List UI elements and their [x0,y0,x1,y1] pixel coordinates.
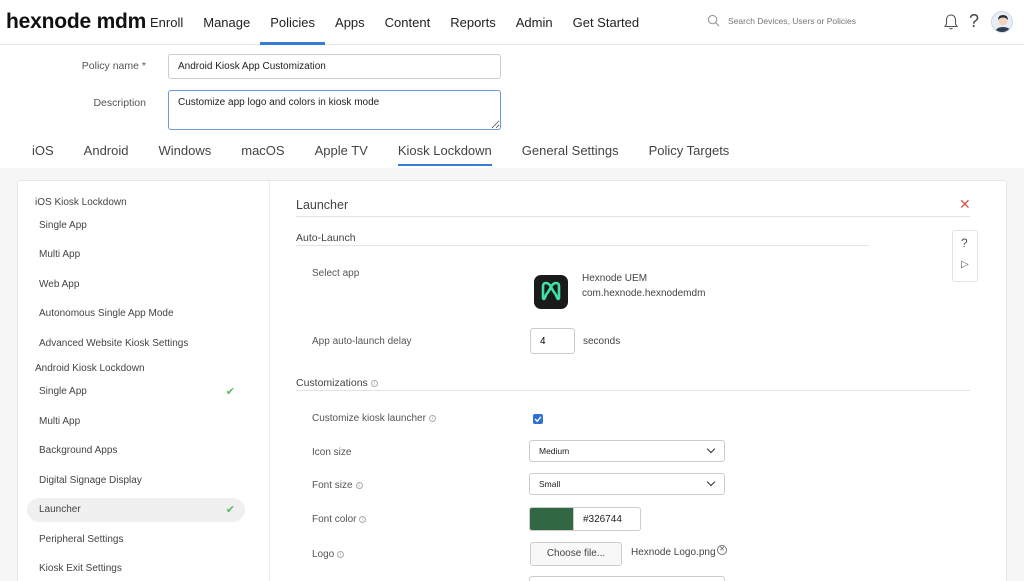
tab-windows[interactable]: Windows [143,140,226,166]
logo-text: Logo [312,549,335,560]
icon-size-select[interactable]: Medium [529,440,725,462]
tab-apple-tv[interactable]: Apple TV [300,140,383,166]
divider [296,216,970,217]
logo-file-name: Hexnode Logo.png [631,547,716,558]
tab-macos[interactable]: macOS [226,140,299,166]
platform-tabs: iOS Android Windows macOS Apple TV Kiosk… [17,140,744,166]
chevron-down-icon [706,477,716,487]
search-input[interactable] [728,15,928,26]
android-kiosk-header: Android Kiosk Lockdown [35,363,145,374]
auto-launch-delay-input[interactable] [530,328,575,354]
nav-policies[interactable]: Policies [260,0,325,45]
play-icon[interactable]: ▷ [961,259,969,270]
notification-bell-icon[interactable] [943,13,959,31]
chevron-down-icon [706,444,716,454]
nav-reports[interactable]: Reports [440,0,506,45]
check-icon [534,416,542,423]
nav-manage[interactable]: Manage [193,0,260,45]
font-color-swatch[interactable] [529,507,573,531]
info-icon[interactable]: i [370,379,378,387]
divider [296,245,869,246]
close-icon[interactable]: ✕ [959,196,971,213]
hexnode-logo[interactable]: hexnode mdm [6,10,146,34]
help-icon[interactable]: ? [969,11,979,32]
sidebar-item-background-apps[interactable]: Background Apps [27,439,245,463]
global-search [707,14,928,27]
logo-label: Logo i [312,549,345,560]
user-avatar[interactable] [991,11,1013,33]
info-icon[interactable]: i [355,481,363,489]
tab-kiosk-lockdown[interactable]: Kiosk Lockdown [383,140,507,166]
font-size-value: Small [539,479,561,489]
sidebar-item-label: Launcher [39,504,81,515]
delay-unit: seconds [583,336,621,347]
kiosk-sidebar: iOS Kiosk Lockdown Single App Multi App … [17,181,270,581]
font-color-input[interactable] [573,507,641,531]
next-field-partial[interactable] [529,576,725,581]
customize-launcher-checkbox[interactable] [533,414,543,424]
main-nav: Enroll Manage Policies Apps Content Repo… [140,0,649,45]
help-toolbar: ? ▷ [952,230,978,282]
nav-apps[interactable]: Apps [325,0,375,45]
font-color-label: Font color i [312,514,367,525]
auto-launch-title: Auto-Launch [296,232,356,244]
sidebar-item-autonomous-single-app[interactable]: Autonomous Single App Mode [27,302,245,326]
tab-ios[interactable]: iOS [17,140,69,166]
sidebar-item-android-single-app[interactable]: Single App ✔ [27,380,245,404]
ios-kiosk-header: iOS Kiosk Lockdown [35,197,127,208]
top-navigation-bar: hexnode mdm Enroll Manage Policies Apps … [0,0,1024,45]
sidebar-item-advanced-website-kiosk[interactable]: Advanced Website Kiosk Settings [27,332,245,356]
clear-file-icon[interactable]: ✕ [717,545,727,555]
font-size-select[interactable]: Small [529,473,725,495]
tab-policy-targets[interactable]: Policy Targets [634,140,745,166]
policy-name-input[interactable] [168,54,501,79]
tab-android[interactable]: Android [69,140,144,166]
app-package: com.hexnode.hexnodemdm [582,288,706,299]
choose-file-button[interactable]: Choose file... [530,542,622,566]
info-icon[interactable]: i [359,515,367,523]
sidebar-item-ios-single-app[interactable]: Single App [27,214,245,238]
icon-size-value: Medium [539,446,570,456]
sidebar-item-kiosk-exit-settings[interactable]: Kiosk Exit Settings [27,557,245,581]
sidebar-item-launcher[interactable]: Launcher ✔ [27,498,245,522]
policy-name-label: Policy name * [81,60,146,72]
checkmark-icon: ✔ [225,386,235,398]
font-size-label: Font size i [312,480,363,491]
launcher-section-title: Launcher [296,198,349,212]
customizations-title-text: Customizations [296,377,368,389]
sidebar-item-ios-multi-app[interactable]: Multi App [27,243,245,267]
select-app-label: Select app [312,268,360,279]
auto-launch-delay-label: App auto-launch delay [312,336,412,347]
description-label: Description [93,97,146,109]
sidebar-item-android-multi-app[interactable]: Multi App [27,410,245,434]
font-size-text: Font size [312,480,353,491]
customize-launcher-text: Customize kiosk launcher [312,413,426,424]
description-textarea[interactable]: Customize app logo and colors in kiosk m… [168,90,501,130]
info-icon[interactable]: i [337,550,345,558]
nav-enroll[interactable]: Enroll [140,0,193,45]
customizations-title: Customizations i [296,377,378,389]
question-icon[interactable]: ? [961,236,968,250]
sidebar-item-digital-signage[interactable]: Digital Signage Display [27,469,245,493]
sidebar-item-peripheral-settings[interactable]: Peripheral Settings [27,528,245,552]
customize-launcher-label: Customize kiosk launcher i [312,413,436,424]
tab-general-settings[interactable]: General Settings [507,140,634,166]
divider [296,390,970,391]
info-icon[interactable]: i [428,414,436,422]
font-color-text: Font color [312,514,357,525]
sidebar-item-ios-web-app[interactable]: Web App [27,273,245,297]
checkmark-icon: ✔ [225,504,235,516]
nav-admin[interactable]: Admin [506,0,563,45]
nav-content[interactable]: Content [375,0,441,45]
nav-get-started[interactable]: Get Started [563,0,649,45]
hexnode-app-icon [534,275,568,309]
icon-size-label: Icon size [312,447,352,458]
search-icon [707,14,720,27]
sidebar-item-label: Single App [39,386,87,397]
app-name: Hexnode UEM [582,273,648,284]
